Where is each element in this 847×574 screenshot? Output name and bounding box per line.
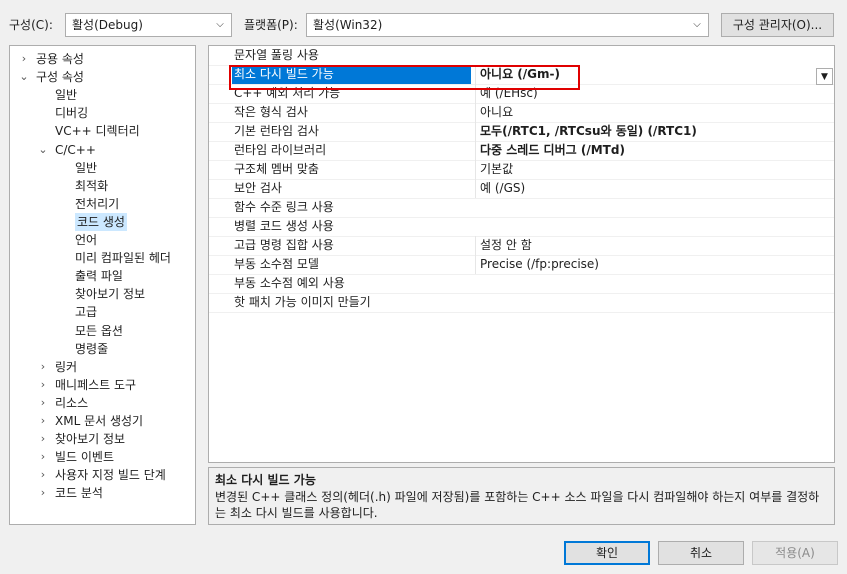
property-value[interactable]: Precise (/fp:precise) bbox=[475, 255, 834, 274]
config-combo-value: 활성(Debug) bbox=[72, 18, 143, 32]
property-value[interactable]: 다중 스레드 디버그 (/MTd) bbox=[475, 141, 834, 160]
tree-item-label: 명령줄 bbox=[75, 341, 109, 356]
property-row[interactable]: 기본 런타임 검사 모두(/RTC1, /RTCsu와 동일) (/RTC1) bbox=[209, 122, 834, 142]
property-name: 부동 소수점 예외 사용 bbox=[234, 276, 345, 290]
tree-item-label: 출력 파일 bbox=[75, 269, 123, 284]
property-value[interactable]: 아니요 bbox=[475, 103, 834, 122]
property-name: 문자열 풀링 사용 bbox=[234, 48, 319, 62]
chevron-right-icon[interactable]: › bbox=[37, 412, 49, 430]
tree-item-label: 전처리기 bbox=[75, 196, 120, 211]
chevron-right-icon[interactable]: › bbox=[37, 376, 49, 394]
tree-item-label: 사용자 지정 빌드 단계 bbox=[55, 468, 166, 483]
tree-item-label: 고급 bbox=[75, 305, 98, 320]
tree-item-label: 일반 bbox=[75, 160, 98, 175]
cancel-button[interactable]: 취소 bbox=[658, 541, 744, 565]
property-row[interactable]: 고급 명령 집합 사용 설정 안 함 bbox=[209, 236, 834, 256]
property-name: 병렬 코드 생성 사용 bbox=[234, 219, 334, 233]
value-dropdown-button[interactable]: ▼ bbox=[816, 68, 833, 85]
tree-item-label: 최적화 bbox=[75, 178, 109, 193]
property-name: 보안 검사 bbox=[234, 181, 282, 195]
description-title: 최소 다시 빌드 가능 bbox=[215, 473, 316, 487]
chevron-right-icon[interactable]: › bbox=[37, 448, 49, 466]
chevron-right-icon[interactable]: › bbox=[37, 430, 49, 448]
property-row[interactable]: 런타임 라이브러리 다중 스레드 디버그 (/MTd) bbox=[209, 141, 834, 161]
tree-item-label: 일반 bbox=[55, 88, 78, 103]
property-value[interactable]: 기본값 bbox=[475, 160, 834, 179]
chevron-right-icon[interactable]: › bbox=[37, 484, 49, 502]
tree-item-label: 언어 bbox=[75, 233, 98, 247]
tree-item-label: 찾아보기 정보 bbox=[75, 287, 146, 302]
property-name: 런타임 라이브러리 bbox=[234, 143, 327, 157]
apply-button[interactable]: 적용(A) bbox=[752, 541, 838, 565]
property-name: 핫 패치 가능 이미지 만들기 bbox=[234, 295, 371, 309]
property-grid[interactable]: 문자열 풀링 사용 최소 다시 빌드 가능 아니요 (/Gm-) C++ 예외 처리 … bbox=[208, 45, 835, 463]
property-row[interactable]: 문자열 풀링 사용 bbox=[209, 46, 834, 66]
description-panel: 최소 다시 빌드 가능 변경된 C++ 클래스 정의(헤더(.h) 파일에 저장… bbox=[208, 467, 835, 525]
tree-item-label: 찾아보기 정보 bbox=[55, 432, 126, 447]
tree-item-label: XML 문서 생성기 bbox=[55, 414, 144, 428]
chevron-down-icon: ⌵ bbox=[216, 19, 224, 30]
ok-button[interactable]: 확인 bbox=[564, 541, 650, 565]
tree-item-label: C/C++ bbox=[55, 142, 96, 157]
tree-item-label: 매니페스트 도구 bbox=[55, 377, 137, 392]
tree-item-label: 모든 옵션 bbox=[75, 323, 123, 338]
platform-combo-value: 활성(Win32) bbox=[313, 18, 383, 32]
chevron-right-icon[interactable]: › bbox=[37, 466, 49, 484]
chevron-down-icon: ⌵ bbox=[693, 19, 701, 30]
property-name: 함수 수준 링크 사용 bbox=[234, 200, 334, 214]
platform-label: 플랫폼(P): bbox=[244, 18, 298, 32]
chevron-down-icon[interactable]: ⌄ bbox=[18, 68, 30, 86]
chevron-down-icon: ▼ bbox=[821, 71, 828, 82]
chevron-right-icon[interactable]: › bbox=[37, 394, 49, 412]
tree-item-label: 공용 속성 bbox=[36, 52, 84, 66]
platform-combo[interactable]: 활성(Win32) ⌵ bbox=[306, 13, 709, 37]
property-row[interactable]: 구조체 멤버 맞춤 기본값 bbox=[209, 160, 834, 180]
property-name: 구조체 멤버 맞춤 bbox=[234, 162, 319, 176]
chevron-right-icon[interactable]: › bbox=[37, 358, 49, 376]
property-row[interactable]: 부동 소수점 예외 사용 bbox=[209, 274, 834, 294]
tree-item-label: VC++ 디렉터리 bbox=[55, 124, 140, 139]
property-name: 고급 명령 집합 사용 bbox=[234, 238, 334, 252]
property-value[interactable]: 예 (/GS) bbox=[475, 179, 834, 198]
property-row[interactable]: 함수 수준 링크 사용 bbox=[209, 198, 834, 218]
property-tree[interactable]: › 공용 속성 ⌄ 구성 속성 일반 디버깅 VC++ 디렉터리 ⌄ C/C++ 일반 최적화 전처리… bbox=[9, 45, 196, 525]
config-combo[interactable]: 활성(Debug) ⌵ bbox=[65, 13, 232, 37]
property-row[interactable]: 작은 형식 검사 아니요 bbox=[209, 103, 834, 123]
description-body: 변경된 C++ 클래스 정의(헤더(.h) 파일에 저장됨)를 포함하는 C++… bbox=[215, 490, 820, 520]
chevron-right-icon[interactable]: › bbox=[18, 50, 30, 68]
property-value[interactable]: 설정 안 함 bbox=[475, 236, 834, 255]
tree-item-label: 리소스 bbox=[55, 395, 89, 410]
highlight-box bbox=[229, 65, 580, 90]
property-name: 작은 형식 검사 bbox=[234, 105, 308, 119]
config-label: 구성(C): bbox=[9, 18, 53, 32]
tree-item-label: 링커 bbox=[55, 359, 78, 374]
property-name: 기본 런타임 검사 bbox=[234, 124, 319, 138]
tree-item-label: 코드 분석 bbox=[55, 486, 103, 501]
tree-item-label: 코드 생성 bbox=[75, 212, 127, 231]
chevron-down-icon[interactable]: ⌄ bbox=[37, 141, 49, 159]
tree-item-label: 빌드 이벤트 bbox=[55, 450, 115, 465]
tree-item-label: 구성 속성 bbox=[36, 70, 84, 85]
property-row[interactable]: 병렬 코드 생성 사용 bbox=[209, 217, 834, 237]
tree-item-label: 미리 컴파일된 헤더 bbox=[75, 251, 171, 266]
property-name: 부동 소수점 모델 bbox=[234, 257, 319, 271]
property-value[interactable]: 모두(/RTC1, /RTCsu와 동일) (/RTC1) bbox=[475, 122, 834, 141]
tree-item-label: 디버깅 bbox=[55, 106, 89, 121]
config-manager-button[interactable]: 구성 관리자(O)... bbox=[721, 13, 834, 37]
property-row[interactable]: 핫 패치 가능 이미지 만들기 bbox=[209, 293, 834, 313]
property-row[interactable]: 부동 소수점 모델 Precise (/fp:precise) bbox=[209, 255, 834, 275]
property-row[interactable]: 보안 검사 예 (/GS) bbox=[209, 179, 834, 199]
